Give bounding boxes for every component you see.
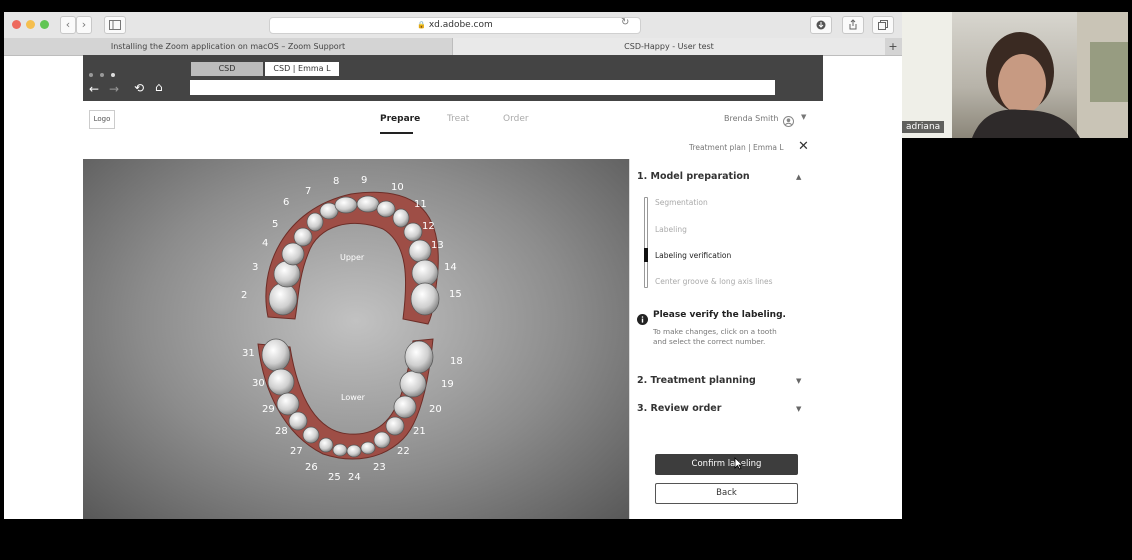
tabs-overview-icon[interactable] [872,16,894,34]
subheader: Treatment plan | Emma L ✕ [83,137,823,160]
tooth-number[interactable]: 30 [252,378,265,389]
reload-icon[interactable]: ↻ [621,17,629,28]
tooth-number[interactable]: 29 [262,404,275,415]
tooth-number[interactable]: 6 [283,197,289,208]
tooth-number[interactable]: 27 [290,446,303,457]
lower-arch-label: Lower [341,393,365,402]
back-icon[interactable]: ‹ [60,16,76,34]
browser-titlebar: ‹ › 🔒 xd.adobe.com ↻ [4,12,902,39]
tooth-number[interactable]: 22 [397,446,410,457]
download-icon[interactable] [810,16,832,34]
tooth-number[interactable]: 20 [429,404,442,415]
tooth-number[interactable]: 3 [252,262,258,273]
active-tab-indicator [380,132,413,134]
browser-window: ‹ › 🔒 xd.adobe.com ↻ Installing the Zoom… [4,12,902,519]
forward-icon[interactable]: › [76,16,92,34]
browser-tab-zoom-support[interactable]: Installing the Zoom application on macOS… [4,38,453,55]
mouse-cursor-icon [734,455,744,474]
participant-video-tile: adriana [902,12,1128,138]
user-avatar-icon[interactable] [783,112,794,131]
breadcrumb: Treatment plan | Emma L [689,143,784,152]
info-title: Please verify the labeling. [653,310,786,320]
app-reload-icon[interactable]: ⟲ [134,81,144,95]
tooth-number[interactable]: 15 [449,289,462,300]
tooth-number[interactable]: 7 [305,186,311,197]
step-labeling-verification[interactable]: Labeling verification [655,251,731,260]
user-name[interactable]: Brenda Smith [724,114,778,123]
app-home-icon[interactable]: ⌂ [155,80,163,94]
upper-arch-label: Upper [340,253,365,262]
app-url-input[interactable] [190,80,775,95]
lock-icon: 🔒 [417,21,426,29]
app-tab-csd[interactable]: CSD [191,62,263,76]
app-back-icon[interactable]: ← [89,82,99,96]
step-progress-active [644,248,648,262]
app-forward-icon[interactable]: → [109,82,119,96]
tooth-number[interactable]: 12 [422,221,435,232]
tooth-number[interactable]: 8 [333,176,339,187]
info-text: To make changes, click on a tooth and se… [653,327,777,346]
new-tab-button[interactable]: + [884,38,902,55]
logo: Logo [89,110,115,129]
step-segmentation[interactable]: Segmentation [655,198,708,207]
tooth-number[interactable]: 11 [414,199,427,210]
tooth-number[interactable]: 10 [391,182,404,193]
close-icon[interactable]: ✕ [798,139,809,154]
address-bar[interactable]: 🔒 xd.adobe.com [269,17,641,34]
app-content: Logo Prepare Treat Order Brenda Smith ▼ … [83,101,824,519]
participant-name: adriana [902,121,945,133]
app-tab-csd-emma[interactable]: CSD | Emma L [265,62,339,76]
chevron-up-icon[interactable]: ▲ [796,173,801,181]
confirm-labeling-button[interactable]: Confirm labeling [655,454,798,475]
workflow-panel: 1. Model preparation ▲ Segmentation Labe… [629,159,824,519]
tooth-number[interactable]: 26 [305,462,318,473]
section-model-preparation[interactable]: 1. Model preparation [637,171,750,182]
tooth-number[interactable]: 9 [361,175,367,186]
tooth-number[interactable]: 5 [272,219,278,230]
tab-treat[interactable]: Treat [447,114,469,124]
section-review-order[interactable]: 3. Review order [637,403,721,414]
tooth-number[interactable]: 25 [328,472,341,483]
chevron-down-icon[interactable]: ▼ [796,377,801,385]
tooth-number[interactable]: 13 [431,240,444,251]
tooth-number[interactable]: 2 [241,290,247,301]
dental-model-viewer[interactable]: Upper Lower 2 3 4 5 6 7 8 9 10 11 12 13 … [83,159,629,519]
section-treatment-planning[interactable]: 2. Treatment planning [637,375,756,386]
close-window-button[interactable] [12,20,21,29]
tab-order[interactable]: Order [503,114,529,124]
browser-tab-bar: Installing the Zoom application on macOS… [4,38,902,56]
browser-tab-csd-user-test[interactable]: CSD-Happy - User test [453,38,885,55]
share-icon[interactable] [842,16,864,34]
chevron-down-icon[interactable]: ▼ [796,405,801,413]
minimize-window-button[interactable] [26,20,35,29]
back-button[interactable]: Back [655,483,798,504]
zoom-window-button[interactable] [40,20,49,29]
tooth-number[interactable]: 19 [441,379,454,390]
tooth-number[interactable]: 28 [275,426,288,437]
step-center-groove[interactable]: Center groove & long axis lines [655,277,773,286]
user-menu-chevron-down-icon[interactable]: ▼ [801,113,806,121]
tooth-number[interactable]: 31 [242,348,255,359]
step-progress-track [644,197,648,288]
tooth-number[interactable]: 18 [450,356,463,367]
dental-arches-graphic [257,191,440,460]
step-labeling[interactable]: Labeling [655,225,687,234]
tooth-number[interactable]: 23 [373,462,386,473]
address-text: xd.adobe.com [428,20,493,30]
tooth-number[interactable]: 24 [348,472,361,483]
sidebar-icon[interactable] [104,16,126,34]
participant-video-frame [902,12,1128,138]
tooth-number[interactable]: 4 [262,238,268,249]
tab-prepare[interactable]: Prepare [380,114,420,124]
tooth-number[interactable]: 14 [444,262,457,273]
app-window-chrome: CSD CSD | Emma L ← → ⟲ ⌂ [83,55,823,101]
info-icon [637,310,648,329]
app-header: Logo Prepare Treat Order Brenda Smith ▼ [83,101,823,138]
window-controls [89,62,116,81]
tooth-number[interactable]: 21 [413,426,426,437]
